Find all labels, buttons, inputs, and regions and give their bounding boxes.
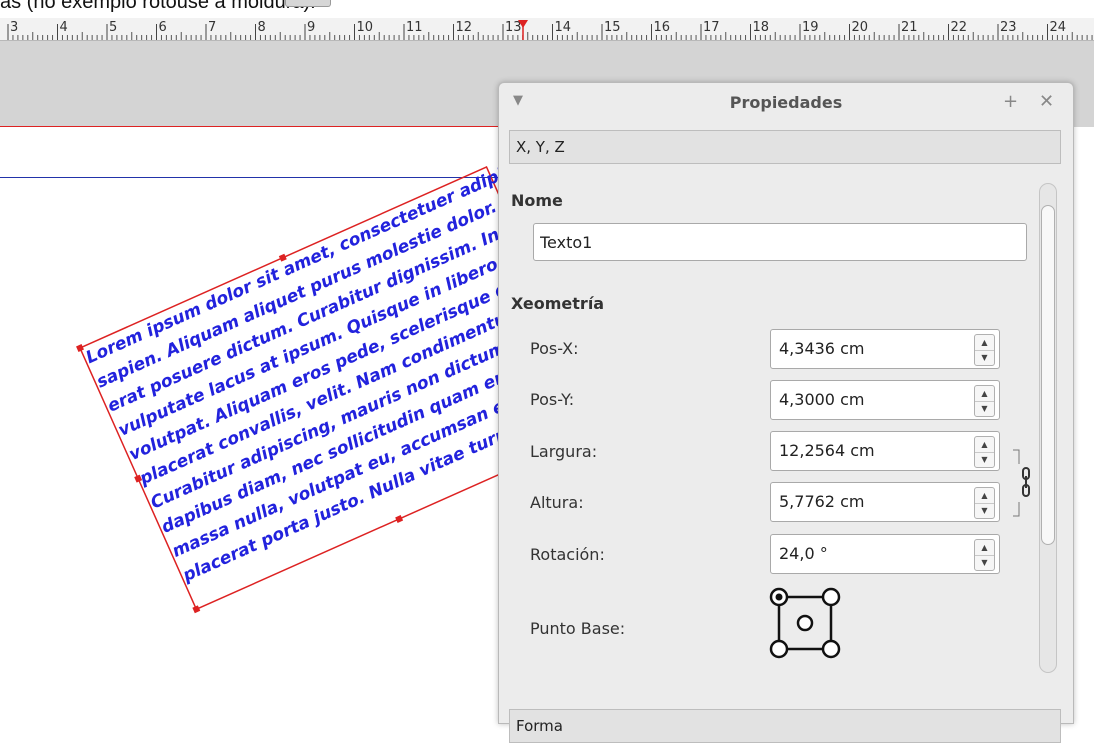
rotation-value: 24,0 ° (779, 544, 828, 563)
pos-y-field[interactable]: 4,3000 cm ▲ ▼ (770, 380, 1000, 420)
name-heading: Nome (511, 191, 563, 210)
keep-ratio-link-icon[interactable] (1011, 448, 1033, 518)
plus-icon[interactable]: + (1003, 91, 1018, 112)
chevron-down-icon[interactable]: ▼ (975, 401, 994, 416)
height-value: 5,7762 cm (779, 492, 865, 511)
chevron-up-icon[interactable]: ▲ (975, 540, 994, 556)
rotation-stepper[interactable]: ▲ ▼ (974, 539, 995, 571)
rotation-field[interactable]: 24,0 ° ▲ ▼ (770, 534, 1000, 574)
pos-y-stepper[interactable]: ▲ ▼ (974, 385, 995, 417)
pos-x-field[interactable]: 4,3436 cm ▲ ▼ (770, 329, 1000, 369)
width-stepper[interactable]: ▲ ▼ (974, 436, 995, 468)
width-field[interactable]: 12,2564 cm ▲ ▼ (770, 431, 1000, 471)
geometry-heading: Xeometría (511, 294, 605, 313)
height-stepper[interactable]: ▲ ▼ (974, 487, 995, 519)
panel-title: Propiedades (729, 93, 843, 112)
section-shape[interactable]: Forma (509, 709, 1061, 743)
width-value: 12,2564 cm (779, 441, 875, 460)
base-point-selector-icon[interactable] (769, 587, 843, 661)
chevron-up-icon[interactable]: ▲ (975, 335, 994, 351)
panel-scrollbar[interactable] (1035, 183, 1061, 673)
section-shape-label: Forma (516, 717, 563, 735)
frame-handle-bottom-center[interactable] (395, 515, 404, 523)
scroll-thumb[interactable] (1041, 205, 1055, 545)
width-label: Largura: (530, 442, 598, 461)
height-field[interactable]: 5,7762 cm ▲ ▼ (770, 482, 1000, 522)
close-icon[interactable]: ✕ (1039, 91, 1054, 112)
name-input[interactable] (533, 223, 1027, 261)
height-label: Altura: (530, 493, 584, 512)
properties-panel: ▼ Propiedades + ✕ X, Y, Z Nome Xeometría… (498, 82, 1074, 743)
chevron-down-icon[interactable]: ▼ (975, 503, 994, 518)
pos-y-label: Pos-Y: (530, 390, 575, 409)
chevron-up-icon[interactable]: ▲ (975, 386, 994, 402)
base-point-label: Punto Base: (530, 619, 626, 638)
pos-y-value: 4,3000 cm (779, 390, 865, 409)
section-xyz[interactable]: X, Y, Z (509, 130, 1061, 164)
chevron-up-icon[interactable]: ▲ (975, 488, 994, 504)
chevron-down-icon[interactable]: ▼ (975, 350, 994, 365)
chevron-up-icon[interactable]: ▲ (975, 437, 994, 453)
frame-handle-bottom-left[interactable] (192, 605, 201, 614)
panel-header: ▼ Propiedades + ✕ (499, 83, 1073, 123)
section-xyz-label: X, Y, Z (516, 138, 565, 156)
chevron-down-icon[interactable]: ▼ (975, 452, 994, 467)
rotation-label: Rotación: (530, 545, 605, 564)
pos-x-value: 4,3436 cm (779, 339, 865, 358)
pos-x-label: Pos-X: (530, 339, 579, 358)
pos-x-stepper[interactable]: ▲ ▼ (974, 334, 995, 366)
chevron-down-icon[interactable]: ▼ (975, 555, 994, 570)
